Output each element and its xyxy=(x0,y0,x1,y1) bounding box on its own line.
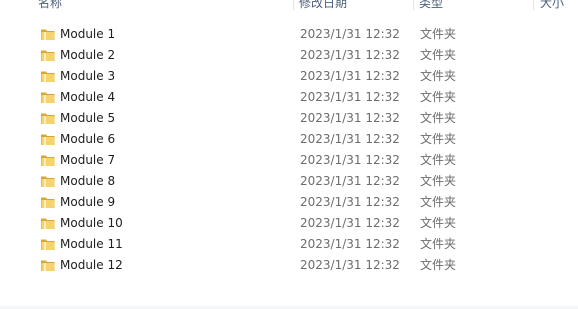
file-row[interactable]: Module 10 2023/1/31 12:32 文件夹 xyxy=(0,213,578,234)
column-header-size[interactable]: 大小 xyxy=(540,0,564,12)
file-row[interactable]: Module 3 2023/1/31 12:32 文件夹 xyxy=(0,66,578,87)
file-date: 2023/1/31 12:32 xyxy=(300,27,400,41)
column-header-date-modified[interactable]: 修改日期 xyxy=(299,0,347,12)
column-divider[interactable] xyxy=(413,0,414,10)
folder-icon xyxy=(40,173,56,189)
file-list-view: 名称 修改日期 类型 大小 Module 1 2023/1/31 12:32 文… xyxy=(0,0,578,309)
folder-icon xyxy=(40,26,56,42)
file-row[interactable]: Module 5 2023/1/31 12:32 文件夹 xyxy=(0,108,578,129)
file-date: 2023/1/31 12:32 xyxy=(300,69,400,83)
file-row[interactable]: Module 1 2023/1/31 12:32 文件夹 xyxy=(0,24,578,45)
file-date: 2023/1/31 12:32 xyxy=(300,174,400,188)
file-type: 文件夹 xyxy=(420,216,457,230)
folder-icon xyxy=(40,89,56,105)
folder-icon xyxy=(40,131,56,147)
file-name: Module 10 xyxy=(60,216,123,230)
file-name: Module 11 xyxy=(60,237,123,251)
file-date: 2023/1/31 12:32 xyxy=(300,48,400,62)
file-name: Module 5 xyxy=(60,111,116,125)
file-type: 文件夹 xyxy=(420,69,457,83)
folder-icon xyxy=(40,257,56,273)
file-type: 文件夹 xyxy=(420,27,457,41)
file-type: 文件夹 xyxy=(420,132,457,146)
file-type: 文件夹 xyxy=(420,48,457,62)
file-rows: Module 1 2023/1/31 12:32 文件夹 Module 2 20… xyxy=(0,24,578,276)
file-name: Module 2 xyxy=(60,48,116,62)
file-date: 2023/1/31 12:32 xyxy=(300,90,400,104)
file-name: Module 9 xyxy=(60,195,116,209)
file-row[interactable]: Module 8 2023/1/31 12:32 文件夹 xyxy=(0,171,578,192)
file-name: Module 8 xyxy=(60,174,116,188)
file-date: 2023/1/31 12:32 xyxy=(300,216,400,230)
file-type: 文件夹 xyxy=(420,258,457,272)
file-name: Module 3 xyxy=(60,69,116,83)
file-type: 文件夹 xyxy=(420,174,457,188)
folder-icon xyxy=(40,236,56,252)
file-type: 文件夹 xyxy=(420,153,457,167)
folder-icon xyxy=(40,215,56,231)
column-divider[interactable] xyxy=(293,0,294,10)
folder-icon xyxy=(40,47,56,63)
file-name: Module 7 xyxy=(60,153,116,167)
column-header-bar: 名称 修改日期 类型 大小 xyxy=(0,0,578,14)
file-name: Module 12 xyxy=(60,258,123,272)
folder-icon xyxy=(40,68,56,84)
file-row[interactable]: Module 12 2023/1/31 12:32 文件夹 xyxy=(0,255,578,276)
folder-icon xyxy=(40,194,56,210)
file-date: 2023/1/31 12:32 xyxy=(300,258,400,272)
file-date: 2023/1/31 12:32 xyxy=(300,195,400,209)
file-date: 2023/1/31 12:32 xyxy=(300,111,400,125)
column-divider[interactable] xyxy=(533,0,534,10)
file-type: 文件夹 xyxy=(420,195,457,209)
file-date: 2023/1/31 12:32 xyxy=(300,153,400,167)
file-name: Module 6 xyxy=(60,132,116,146)
folder-icon xyxy=(40,110,56,126)
file-name: Module 1 xyxy=(60,27,116,41)
file-row[interactable]: Module 4 2023/1/31 12:32 文件夹 xyxy=(0,87,578,108)
file-date: 2023/1/31 12:32 xyxy=(300,237,400,251)
file-row[interactable]: Module 9 2023/1/31 12:32 文件夹 xyxy=(0,192,578,213)
folder-icon xyxy=(40,152,56,168)
file-type: 文件夹 xyxy=(420,90,457,104)
file-row[interactable]: Module 2 2023/1/31 12:32 文件夹 xyxy=(0,45,578,66)
file-name: Module 4 xyxy=(60,90,116,104)
file-row[interactable]: Module 6 2023/1/31 12:32 文件夹 xyxy=(0,129,578,150)
file-row[interactable]: Module 11 2023/1/31 12:32 文件夹 xyxy=(0,234,578,255)
file-row[interactable]: Module 7 2023/1/31 12:32 文件夹 xyxy=(0,150,578,171)
file-type: 文件夹 xyxy=(420,111,457,125)
file-date: 2023/1/31 12:32 xyxy=(300,132,400,146)
column-header-type[interactable]: 类型 xyxy=(419,0,443,12)
column-header-name[interactable]: 名称 xyxy=(38,0,62,12)
file-type: 文件夹 xyxy=(420,237,457,251)
